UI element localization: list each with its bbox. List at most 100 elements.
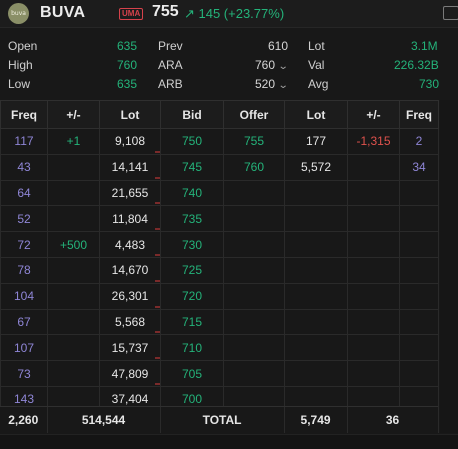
row-offer-change xyxy=(347,256,400,284)
row-offer-lot xyxy=(284,360,348,387)
orderbook-row[interactable]: 104 26,301 720 xyxy=(0,282,439,310)
row-offer-freq xyxy=(399,231,439,258)
expand-icon[interactable] xyxy=(443,6,458,20)
stat-open-label: Open xyxy=(8,39,38,53)
row-bid-price[interactable]: 730 xyxy=(160,231,224,258)
col-offer[interactable]: Offer xyxy=(223,100,285,129)
row-bid-change xyxy=(47,282,100,310)
stat-lot-value: 3.1M xyxy=(411,39,438,53)
lot-change-marker xyxy=(155,305,160,308)
row-bid-freq: 104 xyxy=(0,282,48,310)
row-offer-price[interactable]: 755 xyxy=(223,128,285,155)
orderbook-window: buva BUVA UMA 755 ↗ 145 (+23.77%) Open 6… xyxy=(0,0,458,449)
orderbook-table-container[interactable]: Freq +/- Lot Bid Offer Lot +/- Freq 117 +… xyxy=(0,100,439,413)
row-offer-price[interactable] xyxy=(223,256,285,284)
row-bid-price[interactable]: 750 xyxy=(160,128,224,155)
company-logo: buva xyxy=(8,3,29,24)
row-bid-price[interactable]: 705 xyxy=(160,360,224,387)
col-offer-lot[interactable]: Lot xyxy=(284,100,348,129)
lot-change-marker xyxy=(155,176,160,179)
orderbook-row[interactable]: 43 14,141 745 760 5,572 34 xyxy=(0,153,439,181)
status-bar xyxy=(0,434,458,449)
lot-change-marker xyxy=(155,253,160,256)
ticker-symbol[interactable]: BUVA xyxy=(40,4,85,22)
total-bid-lot: 514,544 xyxy=(47,407,161,433)
row-offer-price[interactable] xyxy=(223,334,285,362)
row-bid-freq: 117 xyxy=(0,128,48,155)
row-offer-freq: 2 xyxy=(399,128,439,155)
chevron-down-icon: ⌄ xyxy=(277,80,289,91)
quote-header: buva BUVA UMA 755 ↗ 145 (+23.77%) xyxy=(0,0,458,28)
price-change: ↗ 145 (+23.77%) xyxy=(184,6,285,21)
orderbook-table: Freq +/- Lot Bid Offer Lot +/- Freq 117 +… xyxy=(0,100,439,413)
total-bid-freq: 2,260 xyxy=(0,407,48,433)
stat-open-value: 635 xyxy=(117,39,138,53)
orderbook-row[interactable]: 107 15,737 710 xyxy=(0,334,439,362)
row-bid-price[interactable]: 720 xyxy=(160,282,224,310)
row-bid-price[interactable]: 745 xyxy=(160,153,224,181)
orderbook-row[interactable]: 78 14,670 725 xyxy=(0,256,439,284)
col-offer-change[interactable]: +/- xyxy=(347,100,400,129)
row-bid-freq: 52 xyxy=(0,205,48,233)
row-offer-freq xyxy=(399,360,439,387)
col-bid-freq[interactable]: Freq xyxy=(0,100,48,129)
row-offer-price[interactable] xyxy=(223,231,285,258)
row-bid-lot: 14,670 xyxy=(99,256,161,284)
stat-val-label: Val xyxy=(308,58,325,72)
stat-arb-select[interactable]: 520 ⌄ xyxy=(255,75,289,93)
row-bid-price[interactable]: 710 xyxy=(160,334,224,362)
row-bid-lot: 11,804 xyxy=(99,205,161,233)
row-offer-freq: 34 xyxy=(399,153,439,181)
lot-change-marker xyxy=(155,202,160,205)
row-bid-change xyxy=(47,334,100,362)
quote-stats: Open 635 High 760 Low 635 Prev 610 ARA 7… xyxy=(0,34,458,98)
orderbook-row[interactable]: 73 47,809 705 xyxy=(0,360,439,387)
row-offer-price[interactable]: 760 xyxy=(223,153,285,181)
row-offer-price[interactable] xyxy=(223,308,285,336)
row-bid-change xyxy=(47,153,100,181)
row-offer-freq xyxy=(399,282,439,310)
orderbook-row[interactable]: 117 +1 9,108 750 755 177 -1,315 2 xyxy=(0,128,439,155)
row-bid-price[interactable]: 735 xyxy=(160,205,224,233)
stat-ara-value: 760 xyxy=(255,58,276,72)
total-offer-lot: 5,749 xyxy=(284,407,348,433)
row-offer-change xyxy=(347,282,400,310)
total-offer-freq: 36 xyxy=(347,407,439,433)
row-bid-price[interactable]: 715 xyxy=(160,308,224,336)
row-bid-change xyxy=(47,179,100,207)
col-bid-lot[interactable]: Lot xyxy=(99,100,161,129)
row-offer-price[interactable] xyxy=(223,179,285,207)
orderbook-rows: 117 +1 9,108 750 755 177 -1,315 2 43 14,141 745 760… xyxy=(0,128,439,413)
row-offer-freq xyxy=(399,179,439,207)
col-offer-freq[interactable]: Freq xyxy=(399,100,439,129)
stat-ara-select[interactable]: 760 ⌄ xyxy=(255,56,289,74)
row-bid-price[interactable]: 740 xyxy=(160,179,224,207)
orderbook-row[interactable]: 64 21,655 740 xyxy=(0,179,439,207)
row-bid-change: +500 xyxy=(47,231,100,258)
row-bid-lot: 14,141 xyxy=(99,153,161,181)
row-offer-price[interactable] xyxy=(223,360,285,387)
orderbook-row[interactable]: 72 +500 4,483 730 xyxy=(0,231,439,258)
lot-change-marker xyxy=(155,357,160,360)
orderbook-row[interactable]: 67 5,568 715 xyxy=(0,308,439,336)
row-offer-lot: 5,572 xyxy=(284,153,348,181)
row-offer-price[interactable] xyxy=(223,282,285,310)
row-offer-change xyxy=(347,308,400,336)
stat-prev-value: 610 xyxy=(268,39,289,53)
row-bid-lot: 9,108 xyxy=(99,128,161,155)
chevron-down-icon: ⌄ xyxy=(277,61,289,72)
row-offer-lot xyxy=(284,334,348,362)
col-bid-change[interactable]: +/- xyxy=(47,100,100,129)
stat-high-value: 760 xyxy=(117,58,138,72)
stat-low-value: 635 xyxy=(117,77,138,91)
row-bid-freq: 43 xyxy=(0,153,48,181)
row-offer-lot xyxy=(284,282,348,310)
col-bid[interactable]: Bid xyxy=(160,100,224,129)
uma-badge[interactable]: UMA xyxy=(119,8,144,20)
row-bid-price[interactable]: 725 xyxy=(160,256,224,284)
row-offer-price[interactable] xyxy=(223,205,285,233)
orderbook-row[interactable]: 52 11,804 735 xyxy=(0,205,439,233)
row-bid-lot: 26,301 xyxy=(99,282,161,310)
row-bid-lot: 4,483 xyxy=(99,231,161,258)
vertical-scrollbar[interactable] xyxy=(440,100,458,433)
